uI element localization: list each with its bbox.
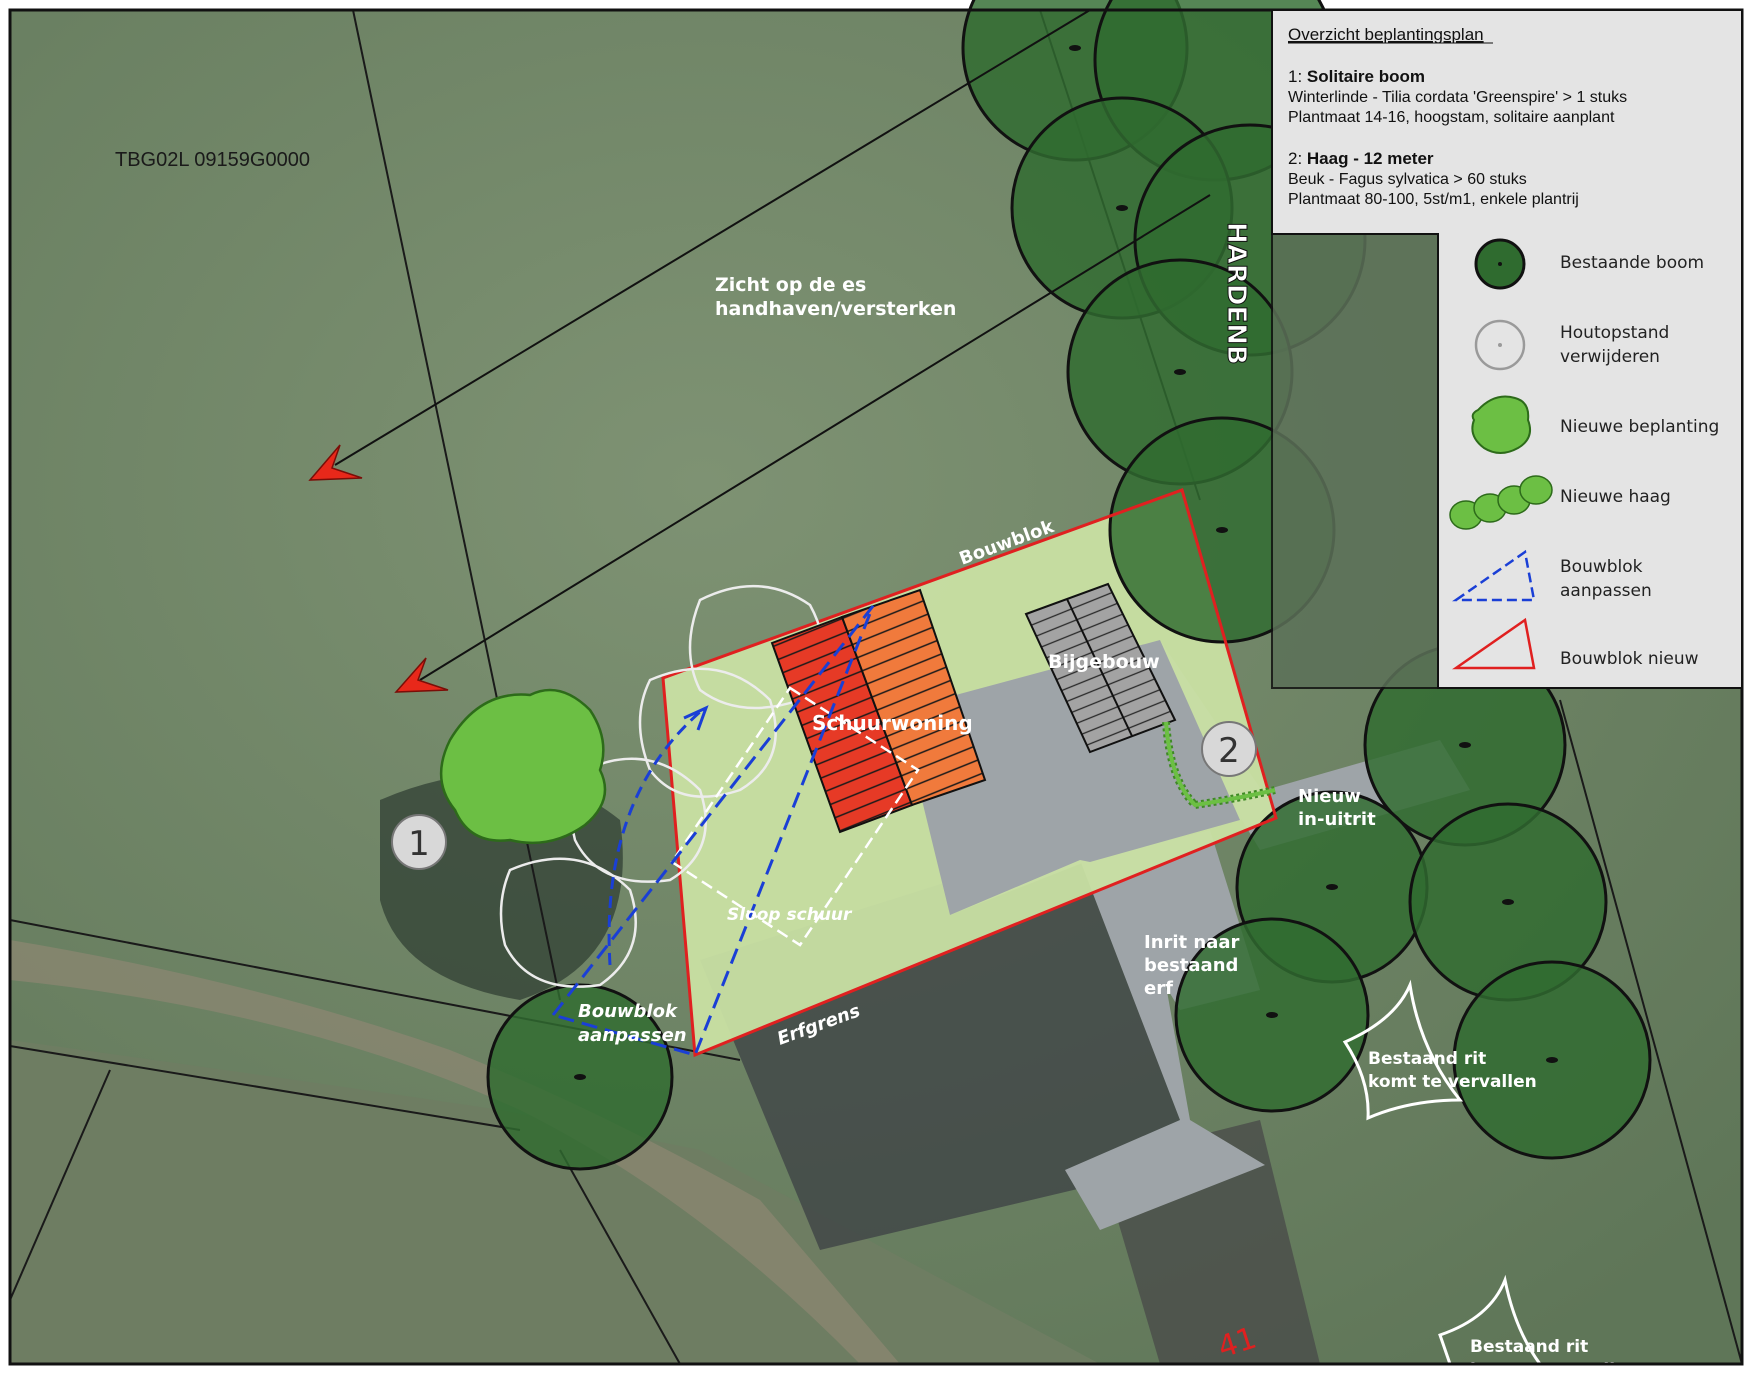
legend-symbol-2-label-2: verwijderen bbox=[1560, 347, 1660, 367]
label-sloop-schuur: Sloop schuur bbox=[727, 905, 853, 925]
legend-panel: Overzicht beplantingsplan 1: Solitaire b… bbox=[1271, 9, 1743, 689]
legend-symbol-4-label: Nieuwe haag bbox=[1560, 487, 1671, 507]
legend-item1-line1: Winterlinde - Tilia cordata 'Greenspire'… bbox=[1288, 89, 1627, 106]
legend-symbol-5-label-1: Bouwblok bbox=[1560, 557, 1643, 577]
svg-text:1: 1 bbox=[408, 824, 430, 864]
label-nieuw-inuitrit-2: in-uitrit bbox=[1298, 809, 1376, 830]
label-bestaand-rit-2: komt te vervallen bbox=[1368, 1072, 1537, 1092]
legend-item1-line2: Plantmaat 14-16, hoogstam, solitaire aan… bbox=[1288, 109, 1615, 126]
legend-symbol-3-label: Nieuwe beplanting bbox=[1560, 417, 1719, 437]
legend-item2-line1: Beuk - Fagus sylvatica > 60 stuks bbox=[1288, 171, 1527, 188]
label-bouwblok-aanpassen-1: Bouwblok bbox=[578, 1001, 678, 1022]
road-name: HARDENB bbox=[1221, 222, 1251, 365]
label-inrit-3: erf bbox=[1144, 978, 1173, 999]
marker-1: 1 bbox=[391, 814, 447, 870]
site-plan-map: 1 2 TBG02L 09159G0000 Zicht op de es han… bbox=[0, 0, 1752, 1374]
view-label-2: handhaven/versterken bbox=[715, 298, 956, 320]
label-nieuw-inuitrit-1: Nieuw bbox=[1298, 786, 1361, 807]
map-canvas: 1 2 TBG02L 09159G0000 Zicht op de es han… bbox=[0, 0, 1752, 1374]
legend-symbol-5-label-2: aanpassen bbox=[1560, 581, 1652, 601]
marker-2: 2 bbox=[1201, 721, 1257, 777]
svg-text:2: 2 bbox=[1218, 731, 1240, 771]
view-label-1: Zicht op de es bbox=[715, 274, 866, 296]
legend-symbol-1-label: Bestaande boom bbox=[1560, 253, 1704, 273]
legend-item2-header: 2: Haag - 12 meter bbox=[1288, 149, 1434, 168]
label-inrit-1: Inrit naar bbox=[1144, 932, 1240, 953]
legend-symbol-6-label: Bouwblok nieuw bbox=[1560, 649, 1699, 669]
legend-symbol-2-label-1: Houtopstand bbox=[1560, 323, 1669, 343]
parcel-label: TBG02L 09159G0000 bbox=[115, 149, 310, 171]
label-bouwblok-aanpassen-2: aanpassen bbox=[578, 1025, 687, 1046]
label-bijgebouw: Bijgebouw bbox=[1048, 651, 1160, 673]
legend-item1-header: 1: Solitaire boom bbox=[1288, 67, 1425, 86]
label-bestaand-rit-bottom-2: komt te vervallen bbox=[1470, 1360, 1639, 1374]
legend-title: Overzicht beplantingsplan bbox=[1288, 25, 1484, 44]
label-schuurwoning: Schuurwoning bbox=[812, 711, 973, 735]
label-inrit-2: bestaand bbox=[1144, 955, 1238, 976]
label-bestaand-rit-bottom-1: Bestaand rit bbox=[1470, 1337, 1588, 1357]
label-bestaand-rit-1: Bestaand rit bbox=[1368, 1049, 1486, 1069]
legend-item2-line2: Plantmaat 80-100, 5st/m1, enkele plantri… bbox=[1288, 191, 1579, 208]
